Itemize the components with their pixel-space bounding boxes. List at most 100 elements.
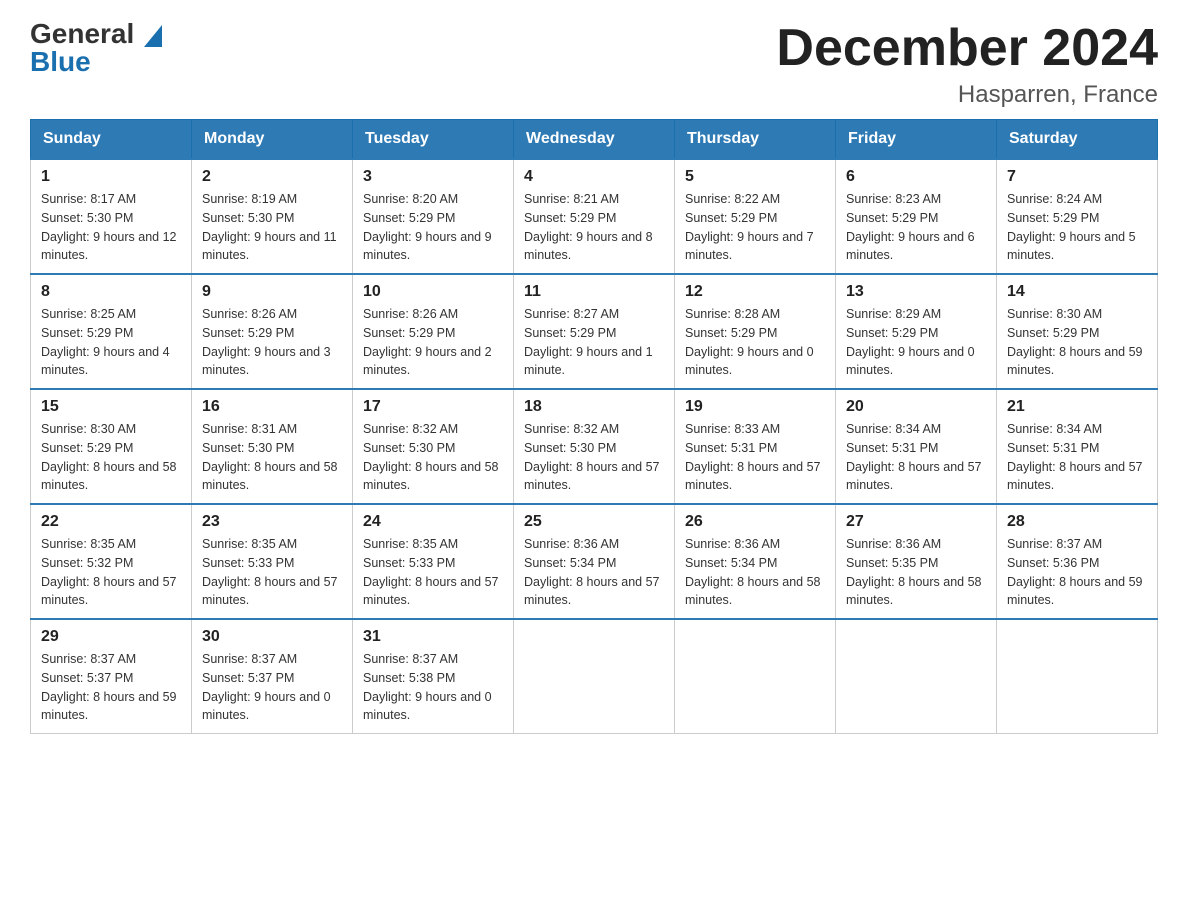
calendar-cell: 12Sunrise: 8:28 AMSunset: 5:29 PMDayligh… xyxy=(675,274,836,389)
day-number: 28 xyxy=(1007,513,1147,531)
day-info: Sunrise: 8:32 AMSunset: 5:30 PMDaylight:… xyxy=(524,420,664,495)
day-info: Sunrise: 8:22 AMSunset: 5:29 PMDaylight:… xyxy=(685,190,825,265)
calendar-cell: 9Sunrise: 8:26 AMSunset: 5:29 PMDaylight… xyxy=(192,274,353,389)
weekday-header-wednesday: Wednesday xyxy=(514,120,675,160)
page-title: December 2024 xyxy=(776,20,1158,77)
day-number: 18 xyxy=(524,398,664,416)
calendar-cell: 3Sunrise: 8:20 AMSunset: 5:29 PMDaylight… xyxy=(353,159,514,274)
calendar-cell: 8 Sunrise: 8:25 AMSunset: 5:29 PMDaylight… xyxy=(31,274,192,389)
page-subtitle: Hasparren, France xyxy=(776,81,1158,109)
day-number: 10 xyxy=(363,283,503,301)
page-header: General Blue December 2024 Hasparren, Fr… xyxy=(30,20,1158,109)
day-number: 26 xyxy=(685,513,825,531)
calendar-cell: 26Sunrise: 8:36 AMSunset: 5:34 PMDayligh… xyxy=(675,504,836,619)
day-info: Sunrise: 8:27 AMSunset: 5:29 PMDaylight:… xyxy=(524,305,664,380)
day-number: 12 xyxy=(685,283,825,301)
day-number: 19 xyxy=(685,398,825,416)
day-info: Sunrise: 8:36 AMSunset: 5:35 PMDaylight:… xyxy=(846,535,986,610)
weekday-header-friday: Friday xyxy=(836,120,997,160)
calendar-cell: 22 Sunrise: 8:35 AMSunset: 5:32 PMDayligh… xyxy=(31,504,192,619)
day-info: Sunrise: 8:20 AMSunset: 5:29 PMDaylight:… xyxy=(363,190,503,265)
day-info: Sunrise: 8:17 AMSunset: 5:30 PMDaylight:… xyxy=(41,190,181,265)
weekday-header-tuesday: Tuesday xyxy=(353,120,514,160)
day-number: 29 xyxy=(41,628,181,646)
day-info: Sunrise: 8:37 AMSunset: 5:38 PMDaylight:… xyxy=(363,650,503,725)
day-info: Sunrise: 8:35 AMSunset: 5:33 PMDaylight:… xyxy=(202,535,342,610)
day-info: Sunrise: 8:37 AMSunset: 5:37 PMDaylight:… xyxy=(202,650,342,725)
calendar-cell: 15 Sunrise: 8:30 AMSunset: 5:29 PMDayligh… xyxy=(31,389,192,504)
calendar-week-row: 22 Sunrise: 8:35 AMSunset: 5:32 PMDayligh… xyxy=(31,504,1158,619)
calendar-week-row: 8 Sunrise: 8:25 AMSunset: 5:29 PMDaylight… xyxy=(31,274,1158,389)
day-number: 24 xyxy=(363,513,503,531)
day-number: 1 xyxy=(41,168,181,186)
day-info: Sunrise: 8:30 AMSunset: 5:29 PMDaylight:… xyxy=(1007,305,1147,380)
day-info: Sunrise: 8:37 AMSunset: 5:37 PMDaylight:… xyxy=(41,650,181,725)
day-number: 16 xyxy=(202,398,342,416)
calendar-cell: 16 Sunrise: 8:31 AMSunset: 5:30 PMDayligh… xyxy=(192,389,353,504)
day-number: 14 xyxy=(1007,283,1147,301)
calendar-cell: 4 Sunrise: 8:21 AMSunset: 5:29 PMDaylight… xyxy=(514,159,675,274)
day-number: 2 xyxy=(202,168,342,186)
day-info: Sunrise: 8:36 AMSunset: 5:34 PMDaylight:… xyxy=(524,535,664,610)
day-info: Sunrise: 8:32 AMSunset: 5:30 PMDaylight:… xyxy=(363,420,503,495)
day-number: 8 xyxy=(41,283,181,301)
calendar-week-row: 15 Sunrise: 8:30 AMSunset: 5:29 PMDayligh… xyxy=(31,389,1158,504)
day-info: Sunrise: 8:26 AMSunset: 5:29 PMDaylight:… xyxy=(363,305,503,380)
day-number: 13 xyxy=(846,283,986,301)
day-info: Sunrise: 8:33 AMSunset: 5:31 PMDaylight:… xyxy=(685,420,825,495)
calendar-cell: 14 Sunrise: 8:30 AMSunset: 5:29 PMDayligh… xyxy=(997,274,1158,389)
calendar-cell: 23 Sunrise: 8:35 AMSunset: 5:33 PMDayligh… xyxy=(192,504,353,619)
day-number: 31 xyxy=(363,628,503,646)
day-info: Sunrise: 8:29 AMSunset: 5:29 PMDaylight:… xyxy=(846,305,986,380)
day-number: 15 xyxy=(41,398,181,416)
calendar-cell xyxy=(514,619,675,734)
day-number: 23 xyxy=(202,513,342,531)
day-number: 22 xyxy=(41,513,181,531)
day-number: 30 xyxy=(202,628,342,646)
calendar-cell: 20 Sunrise: 8:34 AMSunset: 5:31 PMDayligh… xyxy=(836,389,997,504)
calendar-cell: 17 Sunrise: 8:32 AMSunset: 5:30 PMDayligh… xyxy=(353,389,514,504)
calendar-cell: 10 Sunrise: 8:26 AMSunset: 5:29 PMDayligh… xyxy=(353,274,514,389)
day-info: Sunrise: 8:35 AMSunset: 5:32 PMDaylight:… xyxy=(41,535,181,610)
calendar-cell: 31 Sunrise: 8:37 AMSunset: 5:38 PMDayligh… xyxy=(353,619,514,734)
day-info: Sunrise: 8:30 AMSunset: 5:29 PMDaylight:… xyxy=(41,420,181,495)
day-info: Sunrise: 8:34 AMSunset: 5:31 PMDaylight:… xyxy=(846,420,986,495)
calendar-header-row: SundayMondayTuesdayWednesdayThursdayFrid… xyxy=(31,120,1158,160)
day-number: 11 xyxy=(524,283,664,301)
day-number: 7 xyxy=(1007,168,1147,186)
day-number: 5 xyxy=(685,168,825,186)
calendar-cell: 29 Sunrise: 8:37 AMSunset: 5:37 PMDayligh… xyxy=(31,619,192,734)
day-info: Sunrise: 8:23 AMSunset: 5:29 PMDaylight:… xyxy=(846,190,986,265)
day-number: 4 xyxy=(524,168,664,186)
day-info: Sunrise: 8:31 AMSunset: 5:30 PMDaylight:… xyxy=(202,420,342,495)
day-info: Sunrise: 8:35 AMSunset: 5:33 PMDaylight:… xyxy=(363,535,503,610)
day-number: 25 xyxy=(524,513,664,531)
logo-text-blue: Blue xyxy=(30,48,91,76)
calendar-cell xyxy=(836,619,997,734)
day-number: 21 xyxy=(1007,398,1147,416)
weekday-header-saturday: Saturday xyxy=(997,120,1158,160)
day-info: Sunrise: 8:24 AMSunset: 5:29 PMDaylight:… xyxy=(1007,190,1147,265)
title-block: December 2024 Hasparren, France xyxy=(776,20,1158,109)
day-info: Sunrise: 8:34 AMSunset: 5:31 PMDaylight:… xyxy=(1007,420,1147,495)
calendar-cell: 24 Sunrise: 8:35 AMSunset: 5:33 PMDayligh… xyxy=(353,504,514,619)
calendar-cell: 2 Sunrise: 8:19 AMSunset: 5:30 PMDaylight… xyxy=(192,159,353,274)
calendar-cell: 7 Sunrise: 8:24 AMSunset: 5:29 PMDaylight… xyxy=(997,159,1158,274)
day-number: 20 xyxy=(846,398,986,416)
calendar-cell: 5 Sunrise: 8:22 AMSunset: 5:29 PMDaylight… xyxy=(675,159,836,274)
calendar-cell: 30 Sunrise: 8:37 AMSunset: 5:37 PMDayligh… xyxy=(192,619,353,734)
day-info: Sunrise: 8:19 AMSunset: 5:30 PMDaylight:… xyxy=(202,190,342,265)
calendar-week-row: 29 Sunrise: 8:37 AMSunset: 5:37 PMDayligh… xyxy=(31,619,1158,734)
calendar-cell: 27Sunrise: 8:36 AMSunset: 5:35 PMDayligh… xyxy=(836,504,997,619)
day-info: Sunrise: 8:21 AMSunset: 5:29 PMDaylight:… xyxy=(524,190,664,265)
logo-text-general: General xyxy=(30,20,162,48)
day-info: Sunrise: 8:37 AMSunset: 5:36 PMDaylight:… xyxy=(1007,535,1147,610)
day-info: Sunrise: 8:26 AMSunset: 5:29 PMDaylight:… xyxy=(202,305,342,380)
calendar-cell xyxy=(675,619,836,734)
day-number: 17 xyxy=(363,398,503,416)
calendar-cell: 18 Sunrise: 8:32 AMSunset: 5:30 PMDayligh… xyxy=(514,389,675,504)
calendar-cell: 28 Sunrise: 8:37 AMSunset: 5:36 PMDayligh… xyxy=(997,504,1158,619)
calendar-cell: 19 Sunrise: 8:33 AMSunset: 5:31 PMDayligh… xyxy=(675,389,836,504)
day-info: Sunrise: 8:25 AMSunset: 5:29 PMDaylight:… xyxy=(41,305,181,380)
calendar-week-row: 1 Sunrise: 8:17 AMSunset: 5:30 PMDaylight… xyxy=(31,159,1158,274)
